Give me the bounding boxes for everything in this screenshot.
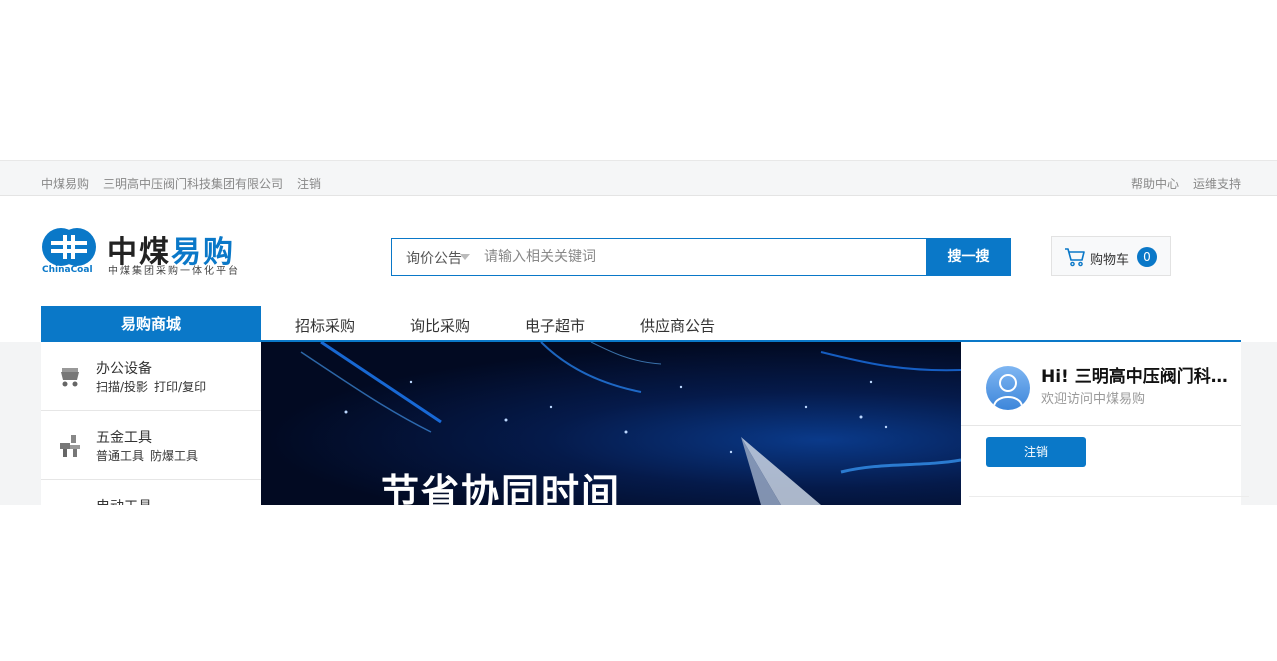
nav-tab-inquiry[interactable]: 询比采购 bbox=[410, 315, 470, 336]
sidebar-item-subs: 扫描/投影 打印/复印 bbox=[96, 378, 206, 395]
user-panel: Hi! 三明高中压阀门科技集团有限公司 欢迎访问中煤易购 注销 bbox=[961, 342, 1249, 505]
power-tool-icon bbox=[57, 502, 83, 505]
sidebar-sub-link[interactable]: 普通工具 bbox=[96, 447, 144, 464]
cart-label: 购物车 bbox=[1090, 253, 1130, 268]
logo-subtitle: 中煤集团采购一体化平台 bbox=[108, 266, 240, 277]
sidebar-item-title: 五金工具 bbox=[96, 430, 152, 446]
user-avatar-icon bbox=[993, 374, 1023, 407]
cart-trolley-icon bbox=[61, 368, 79, 387]
sidebar-item-subs: 普通工具 防爆工具 bbox=[96, 447, 198, 464]
banner-headline: 节省协同时间 bbox=[381, 470, 622, 505]
search-category-label: 询价公告 bbox=[406, 251, 462, 267]
search-input[interactable] bbox=[484, 239, 914, 275]
welcome-text: 欢迎访问中煤易购 bbox=[1041, 392, 1146, 407]
topbar-right-links: 帮助中心 运维支持 bbox=[1131, 175, 1241, 192]
sidebar-sub-link[interactable]: 打印/复印 bbox=[154, 378, 206, 395]
nav-tab-supermarket[interactable]: 电子超市 bbox=[525, 315, 585, 336]
cart-count-badge: 0 bbox=[1137, 247, 1157, 267]
topbar-link-logout[interactable]: 注销 bbox=[297, 175, 321, 192]
sidebar-sub-link[interactable]: 扫描/投影 bbox=[96, 378, 148, 395]
sidebar-item-title: 办公设备 bbox=[96, 361, 152, 377]
nav-tab-tender[interactable]: 招标采购 bbox=[295, 315, 355, 336]
topbar-link-home[interactable]: 中煤易购 bbox=[41, 175, 89, 192]
site-logo[interactable]: ChinaCoal 中煤易购 中煤集团采购一体化平台 bbox=[41, 227, 251, 277]
sidebar-item-title: 电动工具 bbox=[96, 496, 152, 505]
search-button[interactable]: 搜一搜 bbox=[926, 238, 1011, 276]
avatar bbox=[986, 366, 1030, 410]
logo-english-name: ChinaCoal bbox=[42, 265, 93, 275]
shopping-cart-icon bbox=[1065, 248, 1085, 267]
divider bbox=[969, 496, 1249, 497]
topbar-link-support[interactable]: 运维支持 bbox=[1193, 175, 1241, 192]
sidebar-item-office[interactable]: 办公设备 扫描/投影 打印/复印 bbox=[41, 342, 261, 411]
sidebar-sub-link[interactable]: 防爆工具 bbox=[150, 447, 198, 464]
category-sidebar: 办公设备 扫描/投影 打印/复印 五金工具 普通工具 防爆工具 电动工具 bbox=[41, 342, 261, 505]
tools-icon bbox=[60, 435, 80, 457]
sidebar-item-power-tools[interactable]: 电动工具 bbox=[41, 480, 261, 505]
topbar-link-company[interactable]: 三明高中压阀门科技集团有限公司 bbox=[103, 175, 283, 192]
search-bar: 询价公告 搜一搜 bbox=[391, 238, 1011, 276]
topbar-left-links: 中煤易购 三明高中压阀门科技集团有限公司 注销 bbox=[41, 175, 321, 192]
cart-button[interactable]: 购物车 0 bbox=[1051, 236, 1171, 276]
hero-banner[interactable]: 节省协同时间 bbox=[261, 342, 961, 505]
chinacoal-logo-icon bbox=[42, 228, 96, 266]
caret-down-icon bbox=[460, 254, 470, 260]
topbar-link-help[interactable]: 帮助中心 bbox=[1131, 175, 1179, 192]
logout-button[interactable]: 注销 bbox=[986, 437, 1086, 467]
main-nav: 招标采购 询比采购 电子超市 供应商公告 bbox=[261, 315, 736, 336]
search-category-select[interactable]: 询价公告 bbox=[392, 239, 480, 275]
divider bbox=[961, 425, 1241, 426]
user-greeting: Hi! 三明高中压阀门科技集团有限公司 bbox=[1041, 367, 1236, 387]
category-menu-title[interactable]: 易购商城 bbox=[41, 306, 261, 342]
sidebar-item-hardware[interactable]: 五金工具 普通工具 防爆工具 bbox=[41, 411, 261, 480]
nav-tab-supplier-notice[interactable]: 供应商公告 bbox=[640, 315, 715, 336]
top-utility-bar: 中煤易购 三明高中压阀门科技集团有限公司 注销 帮助中心 运维支持 bbox=[0, 160, 1277, 196]
